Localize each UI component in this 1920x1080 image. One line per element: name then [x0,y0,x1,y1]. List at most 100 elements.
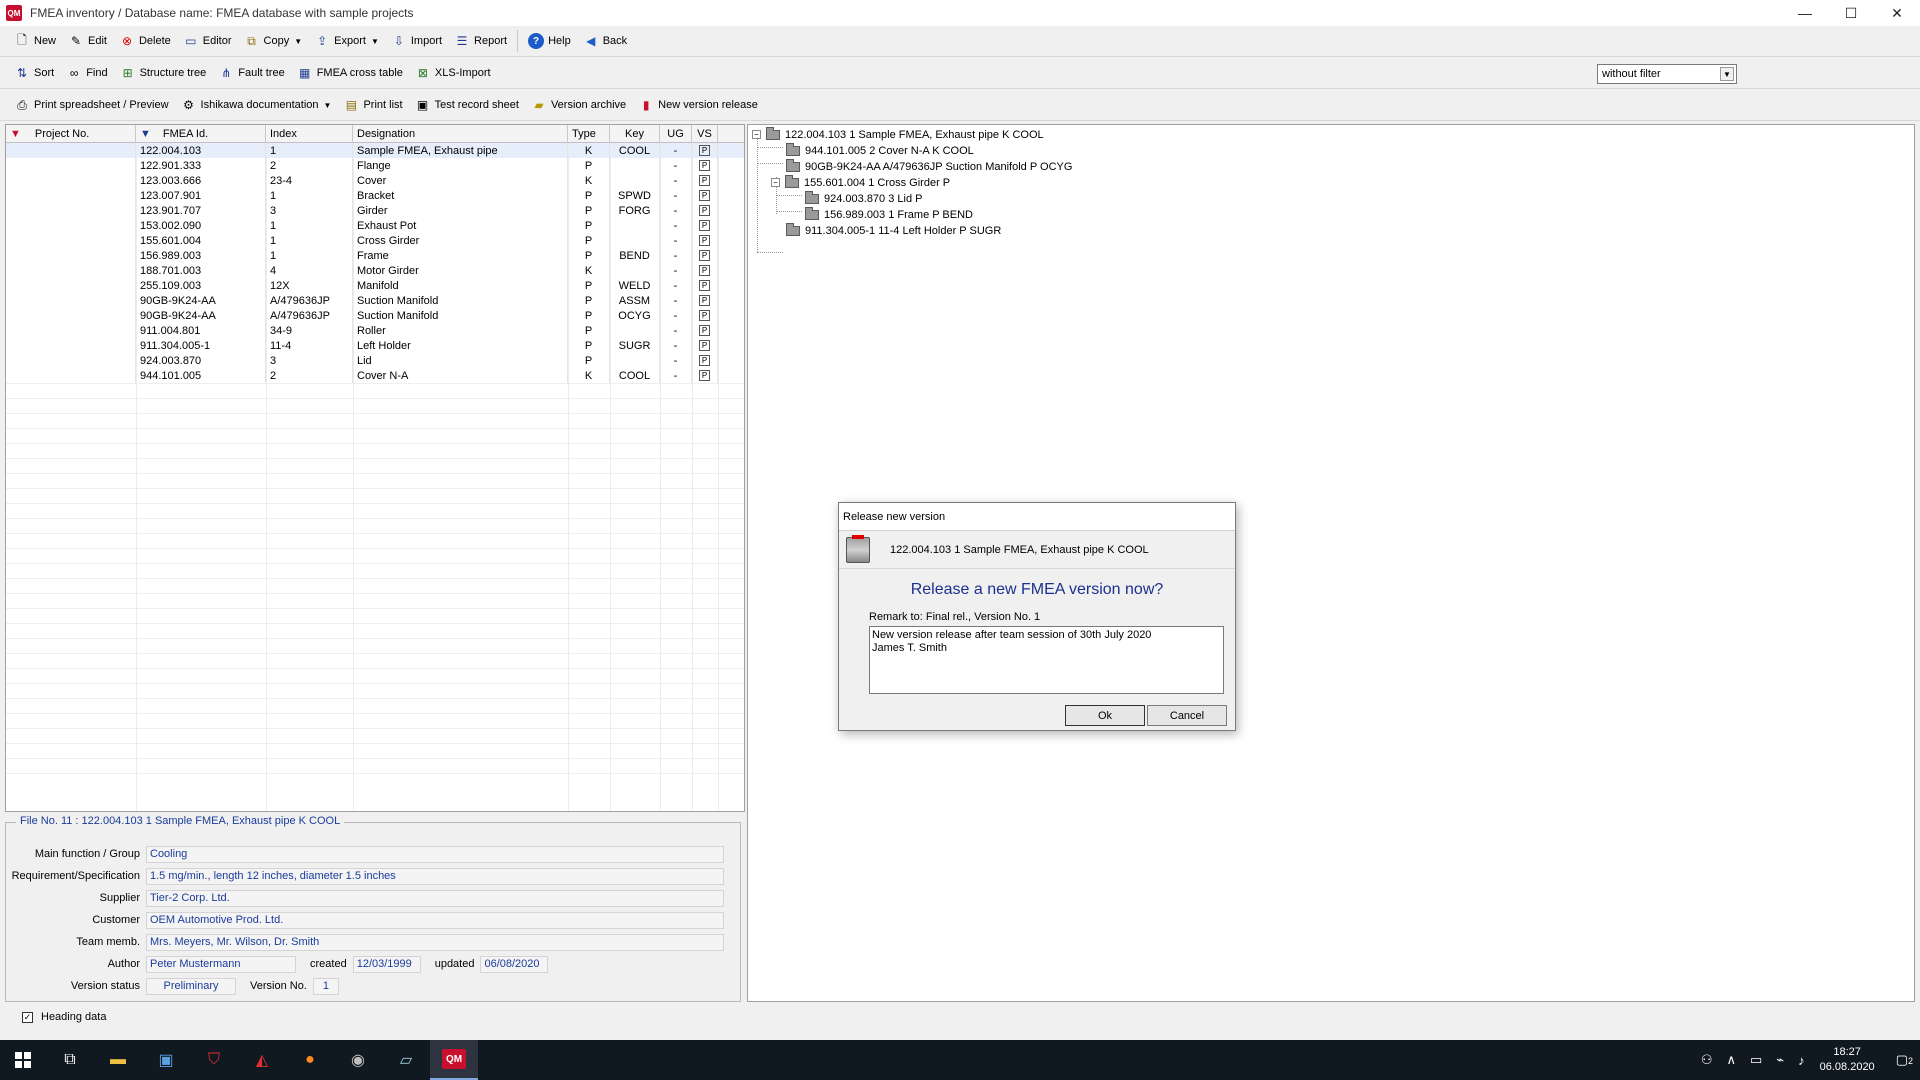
windows-start-icon[interactable] [0,1040,46,1080]
edit-button[interactable]: ✎ Edit [62,29,113,53]
help-button[interactable]: ? Help [522,29,577,53]
table-row[interactable]: 153.002.090 1 Exhaust Pot P - P [6,218,744,233]
table-row[interactable]: 122.004.103 1 Sample FMEA, Exhaust pipe K CO… [6,143,744,158]
updated-field[interactable]: 06/08/2020 [480,955,549,973]
vs-checkbox[interactable]: P [699,340,710,351]
vs-checkbox[interactable]: P [699,325,710,336]
customer-field[interactable]: OEM Automotive Prod. Ltd. [146,911,724,929]
collapse-toggle-icon[interactable]: − [752,130,761,139]
pdf-reader-icon[interactable]: ◭ [238,1040,286,1080]
team-field[interactable]: Mrs. Meyers, Mr. Wilson, Dr. Smith [146,933,724,951]
print-list-button[interactable]: ▤ Print list [337,93,408,117]
tray-chevron-up-icon[interactable]: ∧ [1726,1052,1736,1068]
tree-node[interactable]: 911.304.005-1 11-4 Left Holder P SUGR [786,222,1001,238]
qm-app-taskbar-button[interactable]: QM [430,1040,478,1080]
tree-node[interactable]: 90GB-9K24-AA A/479636JP Suction Manifold… [786,158,1072,174]
report-button[interactable]: ☰ Report [448,29,513,53]
column-header-designation[interactable]: Designation [353,125,568,143]
tree-node[interactable]: 156.989.003 1 Frame P BEND [805,206,973,222]
table-row[interactable]: 123.007.901 1 Bracket P SPWD - P [6,188,744,203]
xls-import-button[interactable]: ⊠ XLS-Import [409,61,497,85]
table-row[interactable]: 924.003.870 3 Lid P - P [6,353,744,368]
table-row[interactable]: 156.989.003 1 Frame P BEND - P [6,248,744,263]
heading-data-toggle[interactable]: ✓ Heading data [22,1011,106,1023]
author-field[interactable]: Peter Mustermann [146,955,296,973]
table-row[interactable]: 122.901.333 2 Flange P - P [6,158,744,173]
cancel-button[interactable]: Cancel [1147,705,1227,726]
tree-node[interactable]: 924.003.870 3 Lid P [805,190,922,206]
filter-dropdown[interactable]: without filter ▼ [1597,64,1737,84]
task-view-icon[interactable]: ⧉ [46,1040,94,1080]
firefox-icon[interactable]: ● [286,1040,334,1080]
column-header-ug[interactable]: UG [660,125,692,143]
column-header-vs[interactable]: VS [692,125,718,143]
requirement-field[interactable]: 1.5 mg/min., length 12 inches, diameter … [146,867,724,885]
notification-icon[interactable]: ▢2 [1896,1052,1913,1068]
table-row[interactable]: 90GB-9K24-AA A/479636JP Suction Manifold P O… [6,308,744,323]
table-row[interactable]: 188.701.003 4 Motor Girder K - P [6,263,744,278]
table-row[interactable]: 911.004.801 34-9 Roller P - P [6,323,744,338]
store-icon[interactable]: ▣ [142,1040,190,1080]
test-record-sheet-button[interactable]: ▣ Test record sheet [409,93,525,117]
table-row[interactable]: 90GB-9K24-AA A/479636JP Suction Manifold P A… [6,293,744,308]
close-button[interactable]: ✕ [1874,0,1920,26]
vs-checkbox[interactable]: P [699,355,710,366]
vs-checkbox[interactable]: P [699,160,710,171]
collapse-toggle-icon[interactable]: − [771,178,780,187]
file-explorer-icon[interactable]: ▬ [94,1040,142,1080]
column-header-project-no[interactable]: ▼ Project No. [6,125,136,143]
column-header-key[interactable]: Key [610,125,660,143]
vs-checkbox[interactable]: P [699,175,710,186]
column-header-type[interactable]: Type [568,125,610,143]
people-icon[interactable]: ⚇ [1701,1052,1713,1068]
structure-tree-button[interactable]: ⊞ Structure tree [114,61,213,85]
chevron-down-icon[interactable]: ▼ [1720,67,1734,81]
vs-checkbox[interactable]: P [699,190,710,201]
maximize-button[interactable]: ☐ [1828,0,1874,26]
vs-checkbox[interactable]: P [699,220,710,231]
paint-icon[interactable]: ◉ [334,1040,382,1080]
back-button[interactable]: ◀ Back [577,29,633,53]
print-spreadsheet-button[interactable]: ⎙ Print spreadsheet / Preview [8,93,175,117]
tree-node-root[interactable]: − 122.004.103 1 Sample FMEA, Exhaust pip… [752,126,1044,142]
table-row[interactable]: 123.901.707 3 Girder P FORG - P [6,203,744,218]
vs-checkbox[interactable]: P [699,145,710,156]
fmea-list-grid[interactable]: ▼ Project No. ▼ FMEA Id. Index Designation… [5,124,745,812]
table-row[interactable]: 123.003.666 23-4 Cover K - P [6,173,744,188]
supplier-field[interactable]: Tier-2 Corp. Ltd. [146,889,724,907]
vs-checkbox[interactable]: P [699,295,710,306]
export-button[interactable]: ⇪ Export ▼ [308,29,385,53]
version-archive-button[interactable]: ▰ Version archive [525,93,632,117]
version-status-field[interactable]: Preliminary [146,977,236,995]
vs-checkbox[interactable]: P [699,265,710,276]
vs-checkbox[interactable]: P [699,370,710,381]
import-button[interactable]: ⇩ Import [385,29,448,53]
column-header-fmea-id[interactable]: ▼ FMEA Id. [136,125,266,143]
heading-data-checkbox[interactable]: ✓ [22,1011,33,1023]
sort-button[interactable]: ⇅ Sort [8,61,60,85]
tree-node[interactable]: − 155.601.004 1 Cross Girder P [771,174,950,190]
ok-button[interactable]: Ok [1065,705,1145,726]
fmea-cross-table-button[interactable]: ▦ FMEA cross table [291,61,409,85]
editor-button[interactable]: ▭ Editor [177,29,238,53]
minimize-button[interactable]: — [1782,0,1828,26]
vs-checkbox[interactable]: P [699,250,710,261]
new-version-release-button[interactable]: ▮ New version release [632,93,764,117]
network-icon[interactable]: ⌁ [1776,1052,1784,1068]
table-row[interactable]: 911.304.005-1 11-4 Left Holder P SUGR - P [6,338,744,353]
fault-tree-button[interactable]: ⋔ Fault tree [212,61,290,85]
main-function-field[interactable]: Cooling [146,845,724,863]
volume-icon[interactable]: ♪ [1798,1053,1805,1068]
remark-textarea[interactable]: New version release after team session o… [869,626,1224,694]
notes-icon[interactable]: ▱ [382,1040,430,1080]
new-button[interactable]: 🗋 New [8,29,62,53]
battery-icon[interactable]: ▭ [1750,1052,1762,1068]
vs-checkbox[interactable]: P [699,205,710,216]
vs-checkbox[interactable]: P [699,280,710,291]
copy-button[interactable]: ⧉ Copy ▼ [238,29,309,53]
table-row[interactable]: 255.109.003 12X Manifold P WELD - P [6,278,744,293]
table-row[interactable]: 944.101.005 2 Cover N-A K COOL - P [6,368,744,383]
created-field[interactable]: 12/03/1999 [352,955,421,973]
vs-checkbox[interactable]: P [699,235,710,246]
table-row[interactable]: 155.601.004 1 Cross Girder P - P [6,233,744,248]
